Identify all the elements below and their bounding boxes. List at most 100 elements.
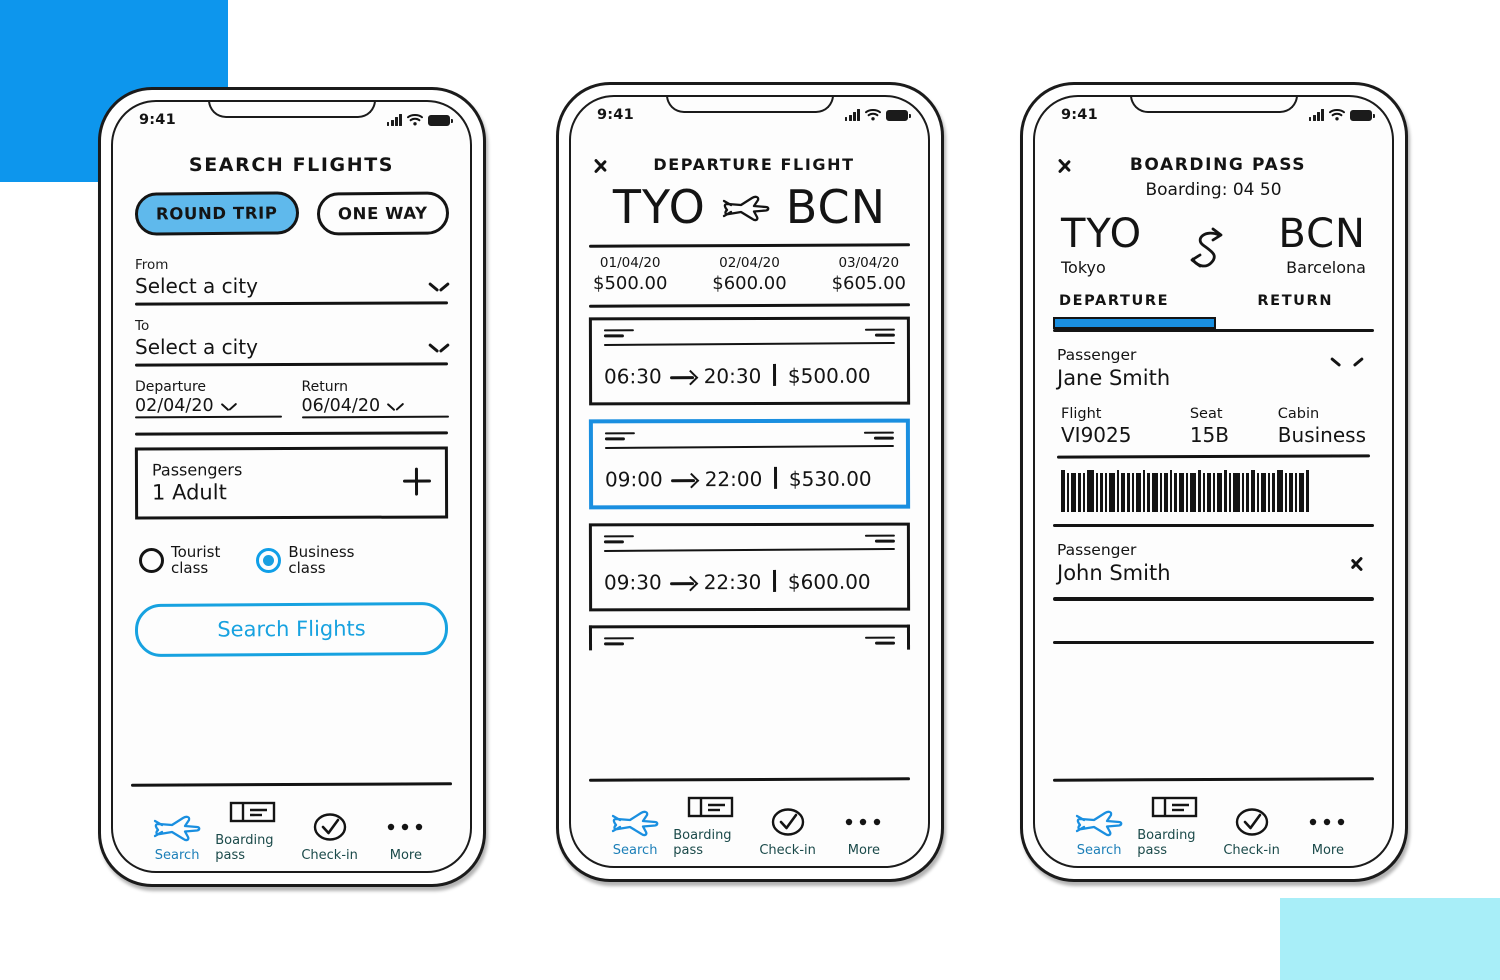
trip-type-round-trip[interactable]: ROUND TRIP (134, 191, 299, 236)
boarding-time: Boarding: 04 50 (1145, 180, 1282, 200)
passengers-stepper[interactable]: Passengers 1 Adult (134, 446, 449, 520)
screen-departure-flight: 9:41 DEPARTURE FLIGHT TYO BCN 01/04/20 $… (569, 95, 930, 868)
check-circle-icon (312, 810, 348, 844)
destination-code: BCN (1278, 211, 1366, 257)
wifi-icon (407, 113, 423, 126)
cabin-option-business[interactable]: Business class (256, 544, 355, 577)
passenger-row[interactable]: Passenger Jane Smith (1057, 346, 1370, 390)
trip-type-group: ROUND TRIP ONE WAY (134, 191, 449, 236)
chevron-down-icon[interactable] (1332, 357, 1362, 374)
ellipsis-icon (1308, 805, 1348, 839)
passengers-label: Passengers (151, 460, 243, 480)
passenger-name: Jane Smith (1057, 366, 1171, 391)
card-inner-rule (603, 341, 895, 346)
passenger-row[interactable]: Passenger John Smith (1057, 541, 1370, 585)
tab-more-label: More (389, 848, 422, 863)
plus-icon[interactable] (403, 468, 431, 496)
arrow-right-icon (670, 371, 696, 383)
price-strip-divider (588, 303, 911, 308)
notch (665, 97, 834, 113)
notch (207, 102, 376, 118)
search-flights-button[interactable]: Search Flights (134, 601, 449, 657)
destination-block: BCN Barcelona (1278, 214, 1366, 277)
from-field[interactable]: From Select a city (134, 257, 449, 306)
empty-row (1053, 601, 1374, 641)
plane-icon (152, 810, 202, 844)
boarding-tabs: DEPARTURE RETURN (1053, 293, 1374, 317)
radio-icon[interactable] (139, 548, 164, 574)
ellipsis-icon (386, 810, 426, 844)
tab-boarding-pass[interactable]: Boarding pass (1137, 790, 1213, 858)
nav-row: BOARDING PASS (1053, 151, 1374, 178)
tab-bar-wrapper: Search Boarding pass Check-in More (113, 782, 470, 871)
to-field[interactable]: To Select a city (134, 318, 449, 367)
route-destination: BCN (785, 180, 887, 234)
flight-card-selected[interactable]: 09:00 22:00 $530.00 (588, 418, 911, 510)
origin-city: Tokyo (1061, 258, 1106, 277)
return-value: 06/04/20 (301, 396, 381, 416)
date-label: 01/04/20 (599, 255, 661, 271)
flight-arrive-time: 22:00 (704, 466, 763, 492)
status-clock: 9:41 (139, 112, 176, 128)
tab-departure[interactable]: DEPARTURE (1053, 293, 1217, 317)
passenger-label: Passenger (1057, 346, 1137, 365)
tab-check-in[interactable]: Check-in (750, 805, 826, 858)
to-label: To (135, 318, 150, 334)
section-divider (1053, 640, 1374, 644)
tab-more[interactable]: More (826, 805, 902, 858)
ticket-icon (1151, 790, 1199, 824)
tab-boarding-pass[interactable]: Boarding pass (215, 795, 291, 863)
card-mark-right (861, 328, 895, 340)
flight-card-partial[interactable] (588, 624, 911, 651)
route-header: TYO BCN (589, 180, 910, 234)
tab-boarding-pass[interactable]: Boarding pass (673, 790, 749, 858)
chevron-right-icon[interactable] (1350, 550, 1364, 576)
passengers-value: 1 Adult (151, 480, 227, 505)
tab-search[interactable]: Search (1061, 805, 1137, 858)
phone-mockup-departure: 9:41 DEPARTURE FLIGHT TYO BCN 01/04/20 $… (556, 82, 944, 882)
flight-card[interactable]: 06:30 20:30 $500.00 (588, 316, 911, 406)
destination-city: Barcelona (1286, 258, 1366, 277)
tab-return[interactable]: RETURN (1217, 293, 1375, 317)
flight-card[interactable]: 09:30 22:30 $600.00 (588, 522, 911, 612)
chevron-left-icon[interactable] (593, 151, 610, 178)
tab-boarding-pass-label: Boarding pass (1137, 828, 1196, 858)
page-title: BOARDING PASS (1129, 154, 1307, 175)
tab-search[interactable]: Search (597, 805, 673, 858)
tab-check-in[interactable]: Check-in (292, 810, 368, 863)
date-price-option[interactable]: 02/04/20 $600.00 (712, 255, 786, 294)
trip-type-one-way[interactable]: ONE WAY (316, 191, 449, 236)
card-mark-right (861, 636, 896, 648)
chevron-down-icon[interactable] (222, 403, 236, 412)
swap-arrows-icon (1183, 225, 1237, 273)
flight-list: 06:30 20:30 $500.00 09:00 22:00 $530.00 … (588, 316, 911, 651)
departure-date-field[interactable]: Departure 02/04/20 (134, 379, 282, 419)
tab-bar: Search Boarding pass Check-in More (131, 786, 452, 863)
tab-more[interactable]: More (1290, 805, 1366, 858)
tourist-label-line2: class (171, 558, 209, 577)
field-underline (301, 415, 449, 419)
tab-boarding-pass-label: Boarding pass (215, 833, 274, 863)
chevron-down-icon[interactable] (388, 403, 402, 412)
date-price-option[interactable]: 01/04/20 $500.00 (593, 255, 667, 294)
status-bar: 9:41 (571, 97, 928, 139)
tab-search[interactable]: Search (139, 810, 215, 863)
tab-check-in[interactable]: Check-in (1214, 805, 1290, 858)
signal-bars-icon (386, 114, 402, 126)
chevron-down-icon[interactable] (430, 282, 448, 293)
cabin-option-tourist[interactable]: Tourist class (139, 544, 220, 577)
status-bar: 9:41 (113, 102, 470, 144)
tab-more[interactable]: More (368, 810, 444, 863)
price-label: $600.00 (712, 273, 787, 294)
wireframe-canvas: 9:41 SEARCH FLIGHTS ROUND TRIP ONE WAY F… (0, 0, 1500, 980)
chevron-left-icon[interactable] (1057, 151, 1074, 178)
plane-icon (722, 195, 770, 222)
chevron-down-icon[interactable] (430, 343, 448, 354)
radio-selected-icon[interactable] (256, 548, 282, 574)
card-inner-rule (603, 547, 895, 552)
return-date-field[interactable]: Return 06/04/20 (301, 379, 449, 419)
arrow-right-icon (671, 474, 697, 486)
date-price-option[interactable]: 03/04/20 $605.00 (832, 255, 906, 294)
signal-bars-icon (1308, 109, 1324, 121)
tab-search-label: Search (612, 843, 658, 858)
